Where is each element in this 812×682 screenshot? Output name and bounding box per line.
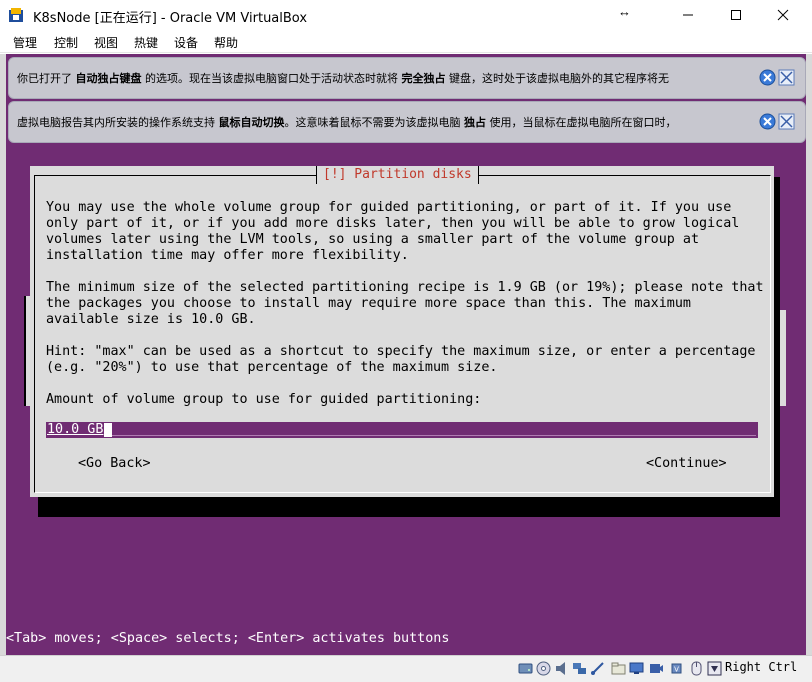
window-right-edge xyxy=(806,54,812,655)
mouse-integration-icon[interactable] xyxy=(689,661,704,676)
mouse-integration-notice: 虚拟电脑报告其内所安装的操作系统支持 鼠标自动切换。这意味着鼠标不需要为该虚拟电… xyxy=(8,101,806,143)
display-icon[interactable] xyxy=(629,661,644,676)
title-bar[interactable]: K8sNode [正在运行] - Oracle VM VirtualBox ↔ xyxy=(0,0,812,31)
optical-drive-icon[interactable] xyxy=(536,661,551,676)
host-key-label: Right Ctrl xyxy=(725,660,798,674)
network-icon[interactable] xyxy=(572,661,587,676)
partition-disks-dialog: [!] Partition disks You may use the whol… xyxy=(30,166,774,497)
svg-text:V: V xyxy=(674,666,679,674)
menu-hotkeys[interactable]: 热键 xyxy=(134,34,158,51)
notice-text: 你已打开了 自动独占键盘 的选项。现在当该虚拟电脑窗口处于活动状态时就将 完全独… xyxy=(17,72,669,85)
input-underline xyxy=(112,435,756,436)
status-bar: V Right Ctrl xyxy=(0,655,812,682)
dismiss-icon[interactable] xyxy=(778,69,795,86)
go-back-button[interactable]: <Go Back> xyxy=(78,456,151,472)
menu-help[interactable]: 帮助 xyxy=(214,34,238,51)
dialog-title: [!] Partition disks xyxy=(316,166,479,184)
dialog-paragraph-3: Hint: "max" can be used as a shortcut to… xyxy=(46,344,756,375)
continue-button[interactable]: <Continue> xyxy=(646,456,727,472)
video-capture-icon[interactable] xyxy=(649,661,664,676)
maximize-icon xyxy=(731,10,741,20)
keyboard-capture-icon[interactable] xyxy=(707,661,722,676)
resize-icon: ↔ xyxy=(618,4,631,19)
dialog-paragraph-2: The minimum size of the selected partiti… xyxy=(46,280,764,327)
window-title: K8sNode [正在运行] - Oracle VM VirtualBox xyxy=(33,11,308,26)
dismiss-icon[interactable] xyxy=(778,113,795,130)
dialog-shadow xyxy=(774,177,780,517)
maximize-button[interactable] xyxy=(713,0,759,30)
close-button[interactable] xyxy=(760,0,806,30)
menu-devices[interactable]: 设备 xyxy=(174,34,198,51)
info-icon[interactable] xyxy=(759,113,776,130)
console-help-line: <Tab> moves; <Space> selects; <Enter> ac… xyxy=(6,631,450,646)
notice-text: 虚拟电脑报告其内所安装的操作系统支持 鼠标自动切换。这意味着鼠标不需要为该虚拟电… xyxy=(17,116,677,129)
notice-actions xyxy=(759,69,795,89)
usb-icon[interactable] xyxy=(590,661,605,676)
dialog-paragraph-1: You may use the whole volume group for g… xyxy=(46,200,740,263)
notice-actions xyxy=(759,113,795,133)
minimize-button[interactable] xyxy=(665,0,711,30)
close-icon xyxy=(777,9,789,21)
menu-view[interactable]: 视图 xyxy=(94,34,118,51)
dialog-shadow xyxy=(38,497,780,517)
virtualbox-app-icon xyxy=(9,8,23,22)
menu-control[interactable]: 控制 xyxy=(54,34,78,51)
audio-icon[interactable] xyxy=(554,661,569,676)
keyboard-capture-notice: 你已打开了 自动独占键盘 的选项。现在当该虚拟电脑窗口处于活动状态时就将 完全独… xyxy=(8,57,806,99)
volume-amount-input[interactable]: 10.0 GB xyxy=(46,422,758,438)
info-icon[interactable] xyxy=(759,69,776,86)
minimize-icon xyxy=(683,14,693,16)
cpu-icon[interactable]: V xyxy=(669,661,684,676)
volume-amount-prompt: Amount of volume group to use for guided… xyxy=(46,392,482,407)
menu-bar: 管理 控制 视图 热键 设备 帮助 xyxy=(0,31,812,53)
volume-amount-value: 10.0 GB xyxy=(47,422,104,437)
menu-manage[interactable]: 管理 xyxy=(13,34,37,51)
text-cursor xyxy=(104,423,112,437)
hard-disk-icon[interactable] xyxy=(518,661,533,676)
shared-folders-icon[interactable] xyxy=(611,661,626,676)
